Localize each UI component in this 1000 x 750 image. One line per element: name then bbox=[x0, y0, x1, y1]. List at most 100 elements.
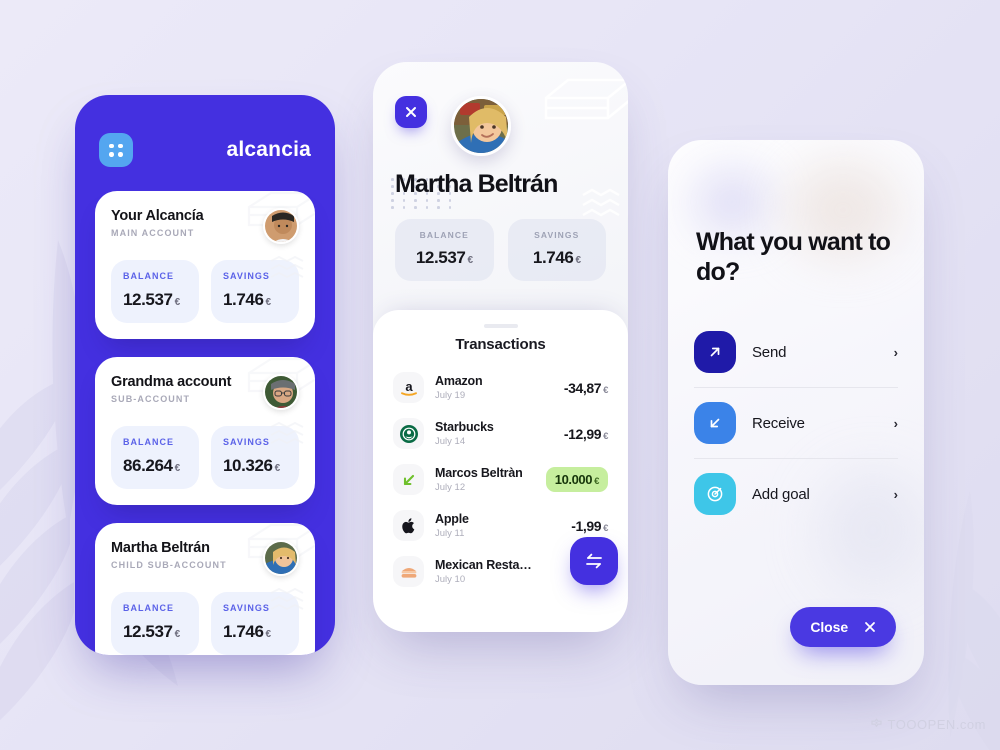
transaction-merchant: Amazon bbox=[435, 374, 483, 388]
actions-list: Send › Receive › Add goal › bbox=[668, 317, 924, 529]
transfer-fab-button[interactable] bbox=[570, 537, 618, 585]
phone-actions-screen: What you want to do? Send › Receive › Ad… bbox=[668, 140, 924, 685]
account-type: MAIN ACCOUNT bbox=[111, 228, 195, 238]
account-card-header: Martha Beltrán CHILD SUB-ACCOUNT bbox=[111, 540, 299, 576]
transaction-row[interactable]: a Amazon July 19 -34,87 € bbox=[393, 365, 608, 410]
balance-value: 86.264 € bbox=[123, 456, 181, 475]
avatar bbox=[263, 374, 299, 410]
transaction-date: July 12 bbox=[435, 482, 466, 493]
balance-stat: BALANCE 12.537 € bbox=[395, 219, 494, 281]
transaction-amount: -34,87 € bbox=[563, 379, 609, 396]
currency-symbol: € bbox=[174, 297, 181, 308]
savings-label: SAVINGS bbox=[223, 603, 270, 613]
transactions-panel: Transactions a Amazon July 19 -34,87 € S… bbox=[373, 310, 628, 632]
action-item-receive[interactable]: Receive › bbox=[694, 388, 898, 458]
savings-stat: SAVINGS 1.746 € bbox=[507, 219, 606, 281]
account-card-header: Your Alcancía MAIN ACCOUNT bbox=[111, 208, 299, 244]
transaction-merchant: Starbucks bbox=[435, 420, 494, 434]
savings-stat: SAVINGS 1.746 € bbox=[211, 592, 299, 655]
balance-stat: BALANCE 12.537 € bbox=[111, 592, 199, 655]
account-card-list: Your Alcancía MAIN ACCOUNT BALANCE 12.53… bbox=[75, 191, 335, 655]
action-item-send[interactable]: Send › bbox=[694, 317, 898, 387]
close-button[interactable]: Close bbox=[790, 607, 896, 647]
transaction-amount: -12,99 € bbox=[563, 425, 609, 442]
savings-value: 1.746 € bbox=[532, 248, 581, 267]
transaction-date: July 14 bbox=[435, 436, 466, 447]
transaction-row[interactable]: Marcos Beltràn July 12 10.000 € bbox=[393, 457, 608, 502]
account-name: Your Alcancía bbox=[111, 208, 204, 224]
balance-label: BALANCE bbox=[123, 437, 174, 447]
app-brand-title: alcancia bbox=[226, 138, 311, 161]
transactions-title: Transactions bbox=[455, 336, 546, 353]
balance-stat: BALANCE 12.537 € bbox=[111, 260, 199, 323]
currency-symbol: € bbox=[603, 522, 608, 534]
transaction-merchant: Apple bbox=[435, 512, 469, 526]
currency-symbol: € bbox=[174, 629, 181, 640]
balance-label: BALANCE bbox=[123, 271, 174, 281]
account-stats: BALANCE 12.537 € SAVINGS 1.746 € bbox=[111, 260, 299, 323]
add-goal-icon-badge bbox=[694, 473, 736, 515]
transaction-date: July 11 bbox=[435, 528, 465, 539]
balance-label: BALANCE bbox=[419, 230, 469, 240]
close-icon bbox=[406, 107, 416, 117]
currency-symbol: € bbox=[274, 463, 281, 474]
transaction-amount: 10.000 € bbox=[545, 467, 608, 492]
currency-symbol: € bbox=[265, 629, 272, 640]
arrow-up-right-icon bbox=[710, 347, 720, 357]
action-label: Receive bbox=[752, 414, 805, 432]
account-card[interactable]: Your Alcancía MAIN ACCOUNT BALANCE 12.53… bbox=[95, 191, 315, 339]
currency-symbol: € bbox=[174, 463, 181, 474]
starbucks-logo-icon bbox=[393, 418, 424, 449]
tooopen-logo-icon bbox=[870, 718, 882, 728]
profile-name: Martha Beltrán bbox=[395, 170, 558, 198]
balance-value: 12.537 € bbox=[123, 290, 181, 309]
incoming-arrow-icon bbox=[393, 464, 424, 495]
drag-handle[interactable] bbox=[483, 324, 518, 328]
balance-label: BALANCE bbox=[123, 603, 174, 613]
currency-symbol: € bbox=[575, 255, 581, 266]
savings-stat: SAVINGS 10.326 € bbox=[211, 426, 299, 489]
amazon-logo-icon: a bbox=[393, 372, 424, 403]
avatar bbox=[263, 208, 299, 244]
savings-label: SAVINGS bbox=[534, 230, 580, 240]
phone-profile-screen: Martha Beltrán BALANCE 12.537 € SAVINGS 1… bbox=[373, 62, 628, 632]
action-item-add-goal[interactable]: Add goal › bbox=[694, 459, 898, 529]
account-card[interactable]: Martha Beltrán CHILD SUB-ACCOUNT BALANCE bbox=[95, 523, 315, 655]
actions-title: What you want to do? bbox=[696, 228, 891, 286]
close-label: Close bbox=[810, 619, 848, 635]
transfer-arrows-icon bbox=[586, 553, 602, 569]
savings-value: 1.746 € bbox=[223, 622, 272, 641]
grid-dots-icon bbox=[109, 143, 123, 157]
balance-value: 12.537 € bbox=[123, 622, 181, 641]
profile-header: Martha Beltrán bbox=[373, 62, 628, 209]
arrow-down-left-icon bbox=[710, 418, 720, 428]
account-card[interactable]: Grandma account SUB-ACCOUNT BALANCE 86.2… bbox=[95, 357, 315, 505]
chevron-right-icon: › bbox=[893, 344, 898, 360]
transaction-row[interactable]: Starbucks July 14 -12,99 € bbox=[393, 411, 608, 456]
svg-text:a: a bbox=[405, 379, 413, 394]
transaction-date: July 10 bbox=[435, 574, 466, 585]
chevron-right-icon: › bbox=[893, 415, 898, 431]
currency-symbol: € bbox=[603, 430, 608, 442]
savings-label: SAVINGS bbox=[223, 271, 270, 281]
send-icon-badge bbox=[694, 331, 736, 373]
transaction-merchant: Marcos Beltràn bbox=[435, 466, 523, 480]
account-name: Grandma account bbox=[111, 374, 232, 390]
account-type: CHILD SUB-ACCOUNT bbox=[111, 560, 227, 570]
chevron-right-icon: › bbox=[893, 486, 898, 502]
menu-grid-button[interactable] bbox=[99, 133, 133, 167]
phone-accounts-screen: alcancia Your Alcancía MAIN ACCOUNT BALA… bbox=[75, 95, 335, 655]
account-stats: BALANCE 86.264 € SAVINGS 10.326 € bbox=[111, 426, 299, 489]
accounts-header: alcancia bbox=[75, 95, 335, 167]
savings-label: SAVINGS bbox=[223, 437, 270, 447]
account-stats: BALANCE 12.537 € SAVINGS 1.746 € bbox=[111, 592, 299, 655]
action-label: Add goal bbox=[752, 485, 810, 503]
close-button[interactable] bbox=[395, 96, 427, 128]
savings-stat: SAVINGS 1.746 € bbox=[211, 260, 299, 323]
watermark: TOOOPEN.com bbox=[870, 717, 986, 732]
transaction-merchant: Mexican Resta… bbox=[435, 558, 532, 572]
profile-stats: BALANCE 12.537 € SAVINGS 1.746 € bbox=[373, 219, 628, 281]
account-name: Martha Beltrán bbox=[111, 540, 210, 556]
close-icon bbox=[865, 622, 875, 632]
currency-symbol: € bbox=[467, 255, 473, 266]
